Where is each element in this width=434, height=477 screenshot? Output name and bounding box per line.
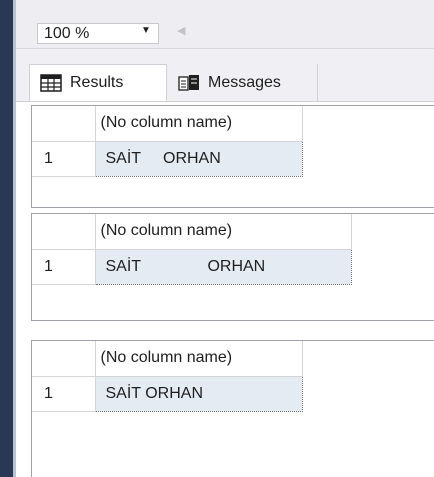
scroll-left-icon[interactable]: ◀ [177,24,185,37]
zoom-value: 100 % [44,25,90,42]
grid-corner[interactable] [32,341,96,377]
table-row: 1 SAİT ORHAN [32,248,352,285]
data-cell[interactable]: SAİT ORHAN [94,375,303,412]
header-row: (No column name) [32,341,303,377]
table-row: 1 SAİT ORHAN [32,375,303,412]
results-tab-strip: Results Messages [16,49,434,102]
row-number[interactable]: 1 [32,141,96,177]
tab-messages-label: Messages [208,73,281,91]
grid-corner[interactable] [32,106,96,142]
header-row: (No column name) [32,106,303,142]
result-grid-1: (No column name) 1 SAİT ORHAN [31,105,434,208]
tab-results-label: Results [70,74,124,91]
table-row: 1 SAİT ORHAN [32,140,303,177]
column-header[interactable]: (No column name) [95,106,303,142]
left-edge-bar [0,0,13,477]
data-cell[interactable]: SAİT ORHAN [94,248,352,285]
column-header[interactable]: (No column name) [95,341,303,377]
header-row: (No column name) [32,214,352,250]
messages-icon [178,74,199,91]
result-grid-3: (No column name) 1 SAİT ORHAN [31,340,434,477]
grid-corner[interactable] [32,214,96,250]
grid-icon [40,74,62,92]
tab-results[interactable]: Results [29,64,167,101]
row-number[interactable]: 1 [32,376,96,412]
zoom-dropdown[interactable]: 100 % ▼ [37,23,159,44]
column-header[interactable]: (No column name) [95,214,352,250]
data-cell[interactable]: SAİT ORHAN [94,140,303,177]
row-number[interactable]: 1 [32,249,96,285]
zoom-toolbar: 100 % ▼ ◀ [16,0,434,49]
result-grid-2: (No column name) 1 SAİT ORHAN [31,213,434,321]
tab-messages[interactable]: Messages [168,64,318,101]
chevron-down-icon[interactable]: ▼ [141,25,151,36]
